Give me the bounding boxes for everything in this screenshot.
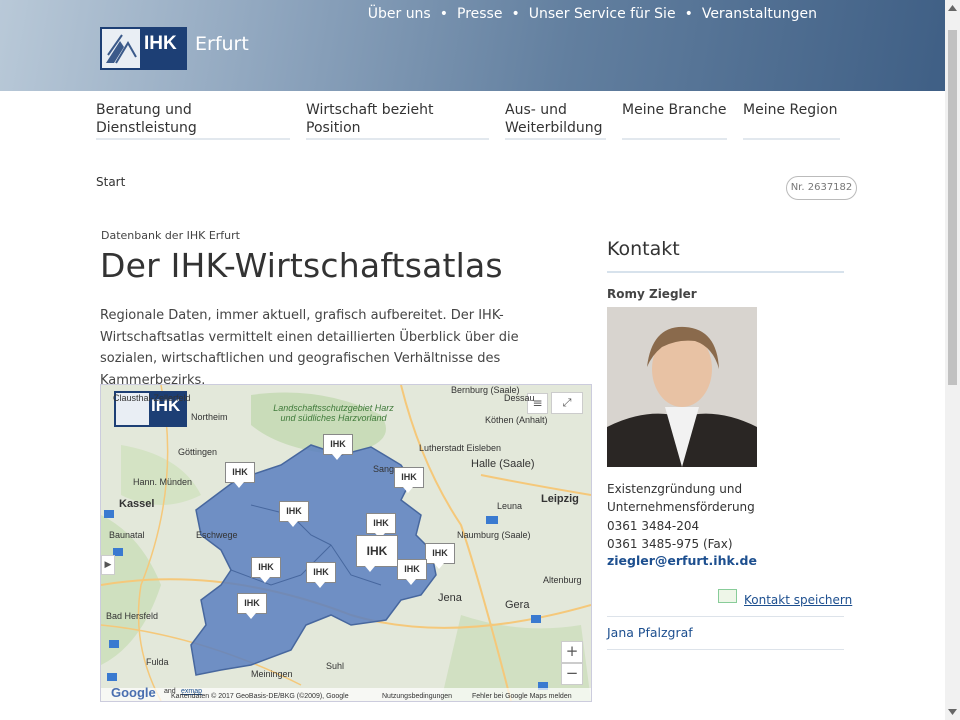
contact-role-line2: Unternehmensförderung — [607, 500, 755, 515]
ihk-map-pin[interactable]: IHK — [306, 562, 336, 588]
site-header: IHK Erfurt Über uns • Presse • Unser Ser… — [0, 0, 945, 91]
contact-divider — [607, 271, 844, 273]
contact-fax: 0361 3485-975 (Fax) — [607, 536, 733, 551]
contact-heading: Kontakt — [607, 238, 680, 260]
place-label: Leipzig — [541, 493, 579, 505]
save-contact-link[interactable]: Kontakt speichern — [744, 593, 852, 607]
scroll-down-icon[interactable] — [948, 708, 957, 716]
contact-info: Existenzgründung und Unternehmensförderu… — [607, 480, 755, 553]
topnav-separator: • — [684, 6, 693, 22]
map-attribution: Google and exmap Kartendaten © 2017 GeoB… — [101, 685, 591, 701]
logo-city: Erfurt — [195, 33, 249, 55]
place-label: Naumburg (Saale) — [457, 530, 531, 540]
ihk-map-pin[interactable]: IHK — [425, 543, 455, 569]
place-label: Kassel — [119, 498, 155, 510]
place-label: Lutherstadt Eisleben — [419, 443, 502, 453]
nav-wirtschaft[interactable]: Wirtschaft bezieht Position — [306, 101, 489, 140]
nav-ausbildung[interactable]: Aus- und Weiterbildung — [505, 101, 606, 140]
scrollbar-thumb[interactable] — [948, 30, 957, 385]
map-canvas — [101, 385, 591, 701]
contact-separator — [607, 649, 844, 650]
place-label: Leuna — [497, 501, 523, 511]
place-label: Bad Hersfeld — [106, 611, 159, 621]
wirtschaftsatlas-map[interactable]: IHK ≡ ⤢ ▶ + − Clausthal-Zellerfeld North… — [100, 384, 592, 702]
place-label: Gera — [505, 599, 530, 611]
place-label: Göttingen — [178, 447, 218, 457]
place-label: Landschaftsschutzgebiet Harz und südlich… — [273, 403, 394, 423]
topnav-veranstaltungen[interactable]: Veranstaltungen — [698, 6, 821, 22]
ihk-map-pin[interactable]: IHK — [366, 513, 396, 539]
ihk-map-pin[interactable]: IHK — [397, 559, 427, 585]
ihk-map-pin[interactable]: IHK — [394, 467, 424, 493]
panel-toggle-icon[interactable]: ▶ — [101, 555, 115, 575]
place-label: Clausthal-Zellerfeld — [113, 393, 191, 403]
breadcrumb[interactable]: Start — [96, 175, 125, 189]
place-label: Altenburg — [543, 575, 582, 585]
ihk-logo[interactable]: IHK — [100, 27, 187, 70]
nav-branche[interactable]: Meine Branche — [622, 101, 727, 140]
google-logo[interactable]: Google — [111, 685, 156, 700]
place-label: Jena — [438, 592, 462, 604]
place-label: Hann. Münden — [133, 477, 193, 487]
place-label: Suhl — [326, 661, 345, 671]
logo-mark-icon — [102, 29, 140, 68]
nav-beratung[interactable]: Beratung und Dienstleistung — [96, 101, 290, 140]
scroll-up-icon[interactable] — [948, 4, 957, 12]
topnav-separator: • — [439, 6, 448, 22]
topnav-presse[interactable]: Presse — [453, 6, 506, 22]
contact-photo — [607, 307, 757, 467]
report-error-link[interactable]: Fehler bei Google Maps melden — [472, 693, 572, 700]
attribution-text: Kartendaten © 2017 GeoBasis-DE/BKG (©200… — [171, 693, 349, 700]
document-number-badge: Nr. 2637182 — [786, 176, 857, 200]
topnav-separator: • — [511, 6, 520, 22]
topnav-service[interactable]: Unser Service für Sie — [525, 6, 680, 22]
contact-separator — [607, 616, 844, 617]
contact-name: Romy Ziegler — [607, 287, 697, 301]
terms-link[interactable]: Nutzungsbedingungen — [382, 693, 452, 700]
vcard-icon — [718, 589, 737, 603]
page-title: Der IHK-Wirtschaftsatlas — [100, 246, 503, 285]
zoom-in-button[interactable]: + — [561, 641, 583, 663]
contact-phone: 0361 3484-204 — [607, 518, 700, 533]
logo-text: IHK — [144, 33, 177, 54]
place-label: Dessau — [504, 393, 535, 403]
kicker: Datenbank der IHK Erfurt — [101, 229, 240, 242]
place-label: Meiningen — [251, 669, 293, 679]
ihk-map-pin[interactable]: IHK — [323, 434, 353, 460]
intro-text: Regionale Daten, immer aktuell, grafisch… — [100, 308, 519, 388]
contact-other-person[interactable]: Jana Pfalzgraf — [607, 625, 693, 640]
contact-role-line1: Existenzgründung und — [607, 482, 743, 496]
place-label: Halle (Saale) — [471, 458, 535, 470]
page-scrollbar[interactable] — [945, 0, 960, 720]
ihk-map-pin[interactable]: IHK — [237, 593, 267, 619]
place-label: Eschwege — [196, 530, 238, 540]
place-label: Fulda — [146, 657, 169, 667]
place-label: Northeim — [191, 412, 228, 422]
ihk-map-pin[interactable]: IHK — [225, 462, 255, 488]
place-label: Baunatal — [109, 530, 145, 540]
ihk-main-map-pin[interactable]: IHK — [356, 535, 398, 572]
top-nav: Über uns • Presse • Unser Service für Si… — [364, 6, 821, 22]
place-label: Köthen (Anhalt) — [485, 415, 548, 425]
zoom-out-button[interactable]: − — [561, 663, 583, 685]
topnav-ueber-uns[interactable]: Über uns — [364, 6, 435, 22]
nav-region[interactable]: Meine Region — [743, 101, 840, 140]
fullscreen-icon[interactable]: ⤢ — [551, 392, 583, 414]
contact-email-link[interactable]: ziegler@erfurt.ihk.de — [607, 553, 757, 568]
ihk-map-pin[interactable]: IHK — [251, 557, 281, 583]
ihk-map-pin[interactable]: IHK — [279, 501, 309, 527]
